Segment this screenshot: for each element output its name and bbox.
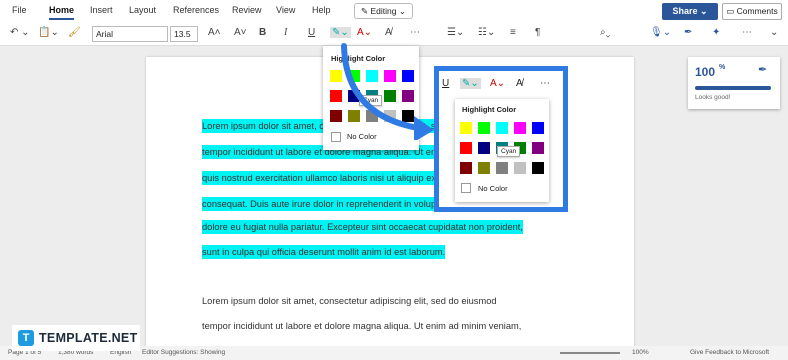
tab-insert[interactable]: Insert: [90, 5, 113, 15]
color-swatch[interactable]: [478, 122, 490, 134]
editing-mode-button[interactable]: ✎ Editing ⌄: [354, 3, 413, 19]
italic-icon[interactable]: I: [284, 27, 287, 38]
color-swatch[interactable]: [460, 122, 472, 134]
more-options-icon[interactable]: ⋯: [742, 27, 752, 38]
zoom-slider[interactable]: [560, 352, 620, 354]
color-swatch[interactable]: [532, 122, 544, 134]
bullets-icon[interactable]: ☰⌄: [447, 27, 464, 38]
comment-icon: ▭: [726, 6, 735, 16]
designer-icon[interactable]: ✦: [712, 27, 720, 38]
share-label: Share: [672, 6, 698, 16]
editor-icon[interactable]: ✒: [684, 27, 692, 38]
logo-text: TEMPLATE.NET: [39, 331, 138, 345]
editor-score-card[interactable]: 100 % ✒ Looks good!: [688, 57, 780, 109]
tab-file[interactable]: File: [12, 5, 27, 15]
chevron-down-icon: ⌄: [398, 6, 406, 16]
font-color-icon[interactable]: A⌄: [357, 27, 372, 38]
ribbon-collapse-icon[interactable]: ⌄: [770, 27, 778, 38]
score-progress-bar: [695, 86, 771, 90]
feedback-link[interactable]: Give Feedback to Microsoft: [690, 349, 769, 356]
align-left-icon[interactable]: ≡: [510, 27, 516, 38]
share-button[interactable]: Share ⌄: [662, 3, 718, 20]
comments-label: Comments: [736, 6, 778, 16]
more-icon-zoomed: ⋯: [540, 78, 550, 89]
highlighted-text[interactable]: sunt in culpa qui officia deserunt molli…: [202, 245, 446, 259]
color-swatch[interactable]: [514, 162, 526, 174]
doc-line: sunt in culpa qui officia deserunt molli…: [202, 245, 446, 259]
format-painter-icon[interactable]: 🖌: [68, 27, 81, 38]
underline-icon-zoomed: U: [442, 78, 450, 89]
score-value: 100: [695, 65, 716, 79]
tab-layout[interactable]: Layout: [129, 5, 156, 15]
logo-icon: T: [18, 330, 34, 346]
doc-line[interactable]: tempor incididunt ut labore et dolore ma…: [202, 321, 521, 331]
score-unit: %: [719, 64, 726, 71]
color-swatch[interactable]: [460, 162, 472, 174]
score-caption: Looks good!: [695, 94, 731, 101]
color-swatch[interactable]: [478, 162, 490, 174]
editing-label: Editing: [370, 6, 397, 16]
color-swatch[interactable]: [532, 162, 544, 174]
highlight-dropdown-zoomed: Highlight Color No Color Cyan: [455, 99, 549, 202]
template-logo: T TEMPLATE.NET: [12, 325, 140, 351]
zoom-level[interactable]: 100%: [632, 349, 649, 356]
find-icon[interactable]: ⌕⌄: [600, 27, 610, 38]
editor-suggestions[interactable]: Editor Suggestions: Showing: [142, 349, 225, 356]
tab-review[interactable]: Review: [232, 5, 262, 15]
pointer-arrow: [341, 43, 434, 140]
color-tooltip: Cyan: [497, 146, 521, 157]
styles-icon[interactable]: ¶: [535, 27, 540, 38]
grow-font-icon[interactable]: A˄: [208, 27, 221, 38]
color-swatch[interactable]: [460, 142, 472, 154]
numbering-icon[interactable]: ☷⌄: [478, 27, 495, 38]
pencil-icon: ✎: [361, 6, 369, 16]
more-icon[interactable]: ⋯: [410, 27, 420, 38]
color-swatch[interactable]: [496, 122, 508, 134]
tab-view[interactable]: View: [276, 5, 295, 15]
editor-pen-icon: ✒: [758, 64, 768, 76]
highlight-icon-zoomed: ✎⌄: [460, 78, 481, 89]
doc-line[interactable]: Lorem ipsum dolor sit amet, consectetur …: [202, 296, 497, 306]
clear-format-icon-zoomed: A̸: [516, 78, 523, 89]
no-color-label[interactable]: No Color: [478, 184, 508, 193]
no-color-checkbox[interactable]: [461, 183, 471, 193]
tab-references[interactable]: References: [173, 5, 219, 15]
highlighted-text[interactable]: dolore eu fugiat nulla pariatur. Excepte…: [202, 220, 523, 234]
shrink-font-icon[interactable]: A˅: [234, 27, 247, 38]
ribbon-menubar: File Home Insert Layout References Revie…: [0, 0, 788, 22]
dictate-icon[interactable]: 🎙⌄: [650, 27, 671, 38]
font-color-icon-zoomed: A⌄: [490, 78, 506, 89]
font-size-select[interactable]: 13.5: [170, 26, 198, 42]
tab-home[interactable]: Home: [49, 5, 75, 20]
undo-icon[interactable]: ↶ ⌄: [10, 27, 30, 38]
comments-button[interactable]: ▭ Comments: [722, 3, 782, 20]
highlight-icon[interactable]: ✎⌄: [330, 27, 351, 38]
color-swatch[interactable]: [514, 122, 526, 134]
paste-icon[interactable]: 📋⌄: [38, 27, 59, 38]
color-swatch[interactable]: [478, 142, 490, 154]
color-swatch[interactable]: [532, 142, 544, 154]
tab-help[interactable]: Help: [312, 5, 331, 15]
underline-icon[interactable]: U: [308, 27, 315, 38]
font-name-select[interactable]: Arial: [92, 26, 168, 42]
highlight-menu-title: Highlight Color: [462, 105, 517, 114]
color-swatch[interactable]: [496, 162, 508, 174]
clear-format-icon[interactable]: A̸: [385, 27, 392, 38]
doc-line: dolore eu fugiat nulla pariatur. Excepte…: [202, 220, 523, 234]
bold-icon[interactable]: B: [259, 27, 266, 38]
